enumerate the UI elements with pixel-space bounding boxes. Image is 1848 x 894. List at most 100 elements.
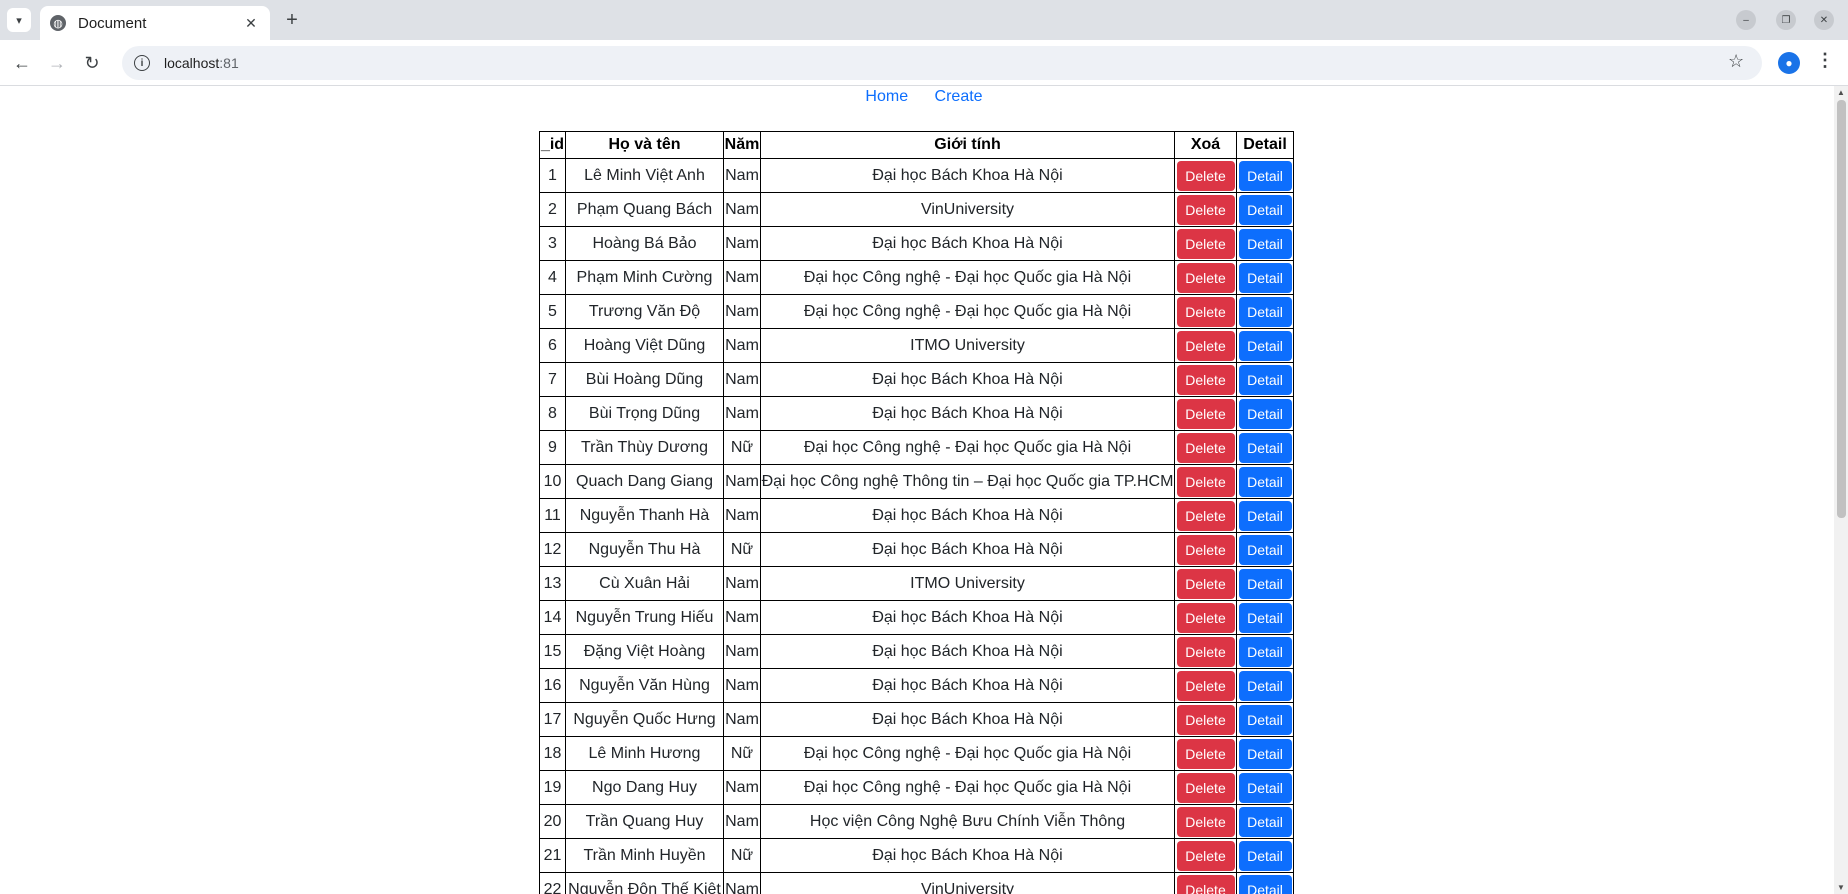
delete-button[interactable]: Delete (1176, 432, 1235, 463)
detail-button[interactable]: Detail (1238, 704, 1292, 735)
delete-button[interactable]: Delete (1176, 636, 1235, 667)
cell-name: Trần Quang Huy (565, 804, 724, 839)
cell-delete: Delete (1174, 702, 1237, 737)
detail-button[interactable]: Detail (1238, 194, 1292, 225)
delete-button[interactable]: Delete (1176, 194, 1235, 225)
scrollbar-thumb[interactable] (1837, 100, 1846, 518)
home-link[interactable]: Home (865, 88, 908, 105)
delete-button[interactable]: Delete (1176, 262, 1235, 293)
detail-button[interactable]: Detail (1238, 602, 1292, 633)
students-table-wrapper: _id Họ và tên Năm Giới tính Xoá Detail 1… (539, 131, 1294, 894)
bookmark-star-icon[interactable]: ☆ (1728, 51, 1744, 72)
delete-button[interactable]: Delete (1176, 228, 1235, 259)
cell-name: Nguyễn Đôn Thế Kiệt (565, 872, 724, 894)
delete-button[interactable]: Delete (1176, 364, 1235, 395)
detail-button[interactable]: Detail (1238, 364, 1292, 395)
browser-tab[interactable]: ◍ Document ✕ (40, 6, 270, 40)
cell-school: Đại học Bách Khoa Hà Nội (760, 668, 1175, 703)
cell-delete: Delete (1174, 430, 1237, 465)
delete-button[interactable]: Delete (1176, 772, 1235, 803)
reload-icon[interactable]: ↻ (80, 51, 104, 75)
cell-year: Nam (723, 260, 761, 295)
detail-button[interactable]: Detail (1238, 534, 1292, 565)
delete-button[interactable]: Delete (1176, 398, 1235, 429)
cell-id: 16 (539, 668, 566, 703)
cell-id: 14 (539, 600, 566, 635)
cell-delete: Delete (1174, 498, 1237, 533)
profile-avatar-icon[interactable]: ● (1778, 52, 1800, 74)
cell-id: 19 (539, 770, 566, 805)
detail-button[interactable]: Detail (1238, 670, 1292, 701)
tab-search-icon[interactable]: ▾ (7, 8, 31, 32)
delete-button[interactable]: Delete (1176, 840, 1235, 871)
cell-detail: Detail (1236, 226, 1294, 261)
detail-button[interactable]: Detail (1238, 568, 1292, 599)
kebab-menu-icon[interactable]: ⋮ (1816, 50, 1834, 71)
delete-button[interactable]: Delete (1176, 874, 1235, 894)
detail-button[interactable]: Detail (1238, 160, 1292, 191)
globe-icon: ◍ (50, 15, 66, 31)
delete-button[interactable]: Delete (1176, 738, 1235, 769)
close-tab-icon[interactable]: ✕ (242, 15, 260, 32)
table-row: 10 Quach Dang Giang Nam Đại học Công nghệ T… (539, 464, 1294, 499)
detail-button[interactable]: Detail (1238, 432, 1292, 463)
cell-detail: Detail (1236, 668, 1294, 703)
forward-icon[interactable]: → (45, 51, 69, 75)
create-link[interactable]: Create (935, 88, 983, 105)
detail-button[interactable]: Detail (1238, 500, 1292, 531)
cell-year: Nữ (723, 838, 761, 873)
cell-delete: Delete (1174, 396, 1237, 431)
detail-button[interactable]: Detail (1238, 636, 1292, 667)
delete-button[interactable]: Delete (1176, 602, 1235, 633)
cell-name: Lê Minh Việt Anh (565, 158, 724, 193)
cell-detail: Detail (1236, 396, 1294, 431)
detail-button[interactable]: Detail (1238, 398, 1292, 429)
scroll-up-icon[interactable]: ▲ (1837, 88, 1845, 97)
delete-button[interactable]: Delete (1176, 160, 1235, 191)
delete-button[interactable]: Delete (1176, 670, 1235, 701)
cell-year: Nam (723, 770, 761, 805)
table-row: 1 Lê Minh Việt Anh Nam Đại học Bách Khoa Hà… (539, 158, 1294, 193)
detail-button[interactable]: Detail (1238, 262, 1292, 293)
delete-button[interactable]: Delete (1176, 534, 1235, 565)
cell-delete: Delete (1174, 770, 1237, 805)
cell-school: VinUniversity (760, 872, 1175, 894)
detail-button[interactable]: Detail (1238, 806, 1292, 837)
cell-detail: Detail (1236, 532, 1294, 567)
back-icon[interactable]: ← (10, 51, 34, 75)
delete-button[interactable]: Delete (1176, 500, 1235, 531)
address-bar[interactable]: i localhost:81 (122, 46, 1762, 80)
detail-button[interactable]: Detail (1238, 466, 1292, 497)
cell-detail: Detail (1236, 702, 1294, 737)
minimize-icon[interactable]: – (1736, 10, 1756, 30)
vertical-scrollbar[interactable]: ▲ ▼ (1834, 86, 1848, 894)
site-info-icon[interactable]: i (134, 55, 150, 71)
detail-button[interactable]: Detail (1238, 228, 1292, 259)
url-port: :81 (219, 55, 239, 71)
cell-school: Đại học Bách Khoa Hà Nội (760, 396, 1175, 431)
table-row: 9 Trần Thùy Dương Nữ Đại học Công nghệ - Đạ… (539, 430, 1294, 465)
cell-name: Hoàng Việt Dũng (565, 328, 724, 363)
delete-button[interactable]: Delete (1176, 806, 1235, 837)
delete-button[interactable]: Delete (1176, 704, 1235, 735)
cell-id: 20 (539, 804, 566, 839)
cell-name: Hoàng Bá Bảo (565, 226, 724, 261)
cell-school: Đại học Bách Khoa Hà Nội (760, 498, 1175, 533)
detail-button[interactable]: Detail (1238, 840, 1292, 871)
detail-button[interactable]: Detail (1238, 330, 1292, 361)
detail-button[interactable]: Detail (1238, 296, 1292, 327)
scroll-down-icon[interactable]: ▼ (1837, 883, 1845, 892)
new-tab-icon[interactable]: + (280, 8, 304, 32)
delete-button[interactable]: Delete (1176, 330, 1235, 361)
cell-year: Nam (723, 294, 761, 329)
delete-button[interactable]: Delete (1176, 568, 1235, 599)
cell-school: Đại học Bách Khoa Hà Nội (760, 226, 1175, 261)
cell-year: Nam (723, 600, 761, 635)
detail-button[interactable]: Detail (1238, 738, 1292, 769)
delete-button[interactable]: Delete (1176, 296, 1235, 327)
detail-button[interactable]: Detail (1238, 772, 1292, 803)
delete-button[interactable]: Delete (1176, 466, 1235, 497)
detail-button[interactable]: Detail (1238, 874, 1292, 894)
close-window-icon[interactable]: ✕ (1814, 10, 1834, 30)
restore-icon[interactable]: ❐ (1776, 10, 1796, 30)
